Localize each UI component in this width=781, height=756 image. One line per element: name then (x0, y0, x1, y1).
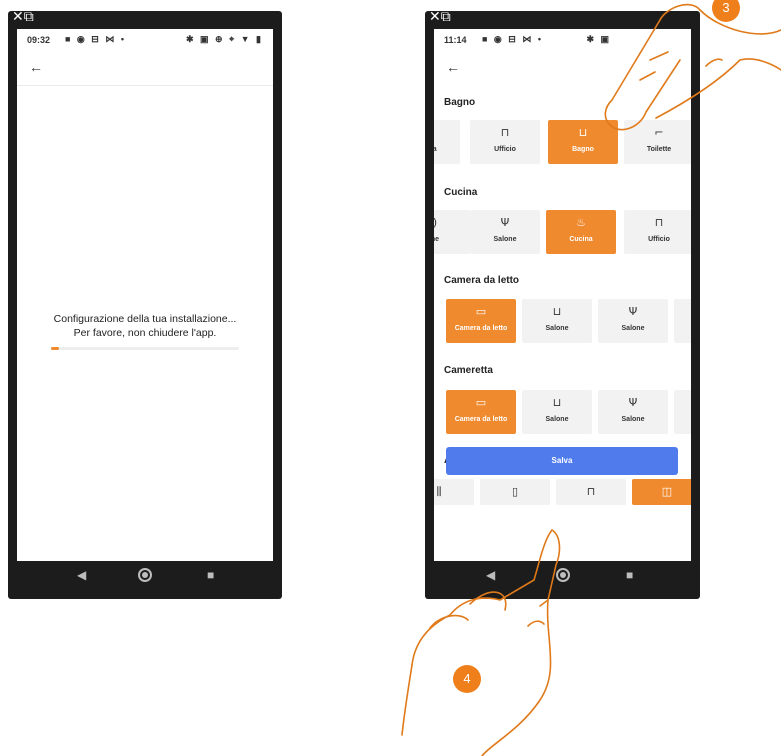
hand-pointer-top-icon (401, 3, 781, 756)
